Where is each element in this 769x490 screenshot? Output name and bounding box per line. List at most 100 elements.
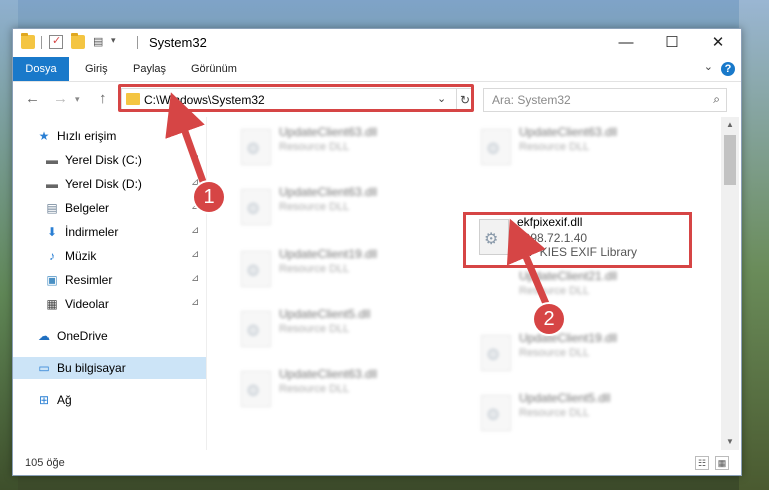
list-item[interactable]: UpdateClient63.dll Resource DLL [227,365,447,411]
file-name: UpdateClient63.dll [279,185,378,199]
file-description: Resource DLL [279,201,350,213]
list-item[interactable]: UpdateClient63.dll Resource DLL [467,123,687,169]
details-view-icon[interactable]: ☷ [695,456,709,470]
separator [41,36,42,49]
scroll-down-icon[interactable]: ▼ [721,434,739,450]
chevron-down-icon[interactable]: ▾ [111,35,125,49]
pictures-icon: ▣ [46,273,58,287]
dll-file-icon [241,371,271,407]
sidebar-item-downloads[interactable]: ⬇ İndirmeler ⊿ [13,221,206,243]
highlight-file [463,212,692,268]
sidebar-item-label: Belgeler [65,201,110,215]
search-placeholder: Ara: System32 [492,93,571,107]
file-description: Resource DLL [279,263,350,275]
file-list: UpdateClient63.dll Resource DLL UpdateCl… [207,117,721,450]
address-row: ← → ▾ ↑ C:\Windows\System32 ⌄ ↻ Ara: Sys… [13,82,741,116]
vertical-scrollbar[interactable]: ▲ ▼ [721,117,739,450]
up-arrow-icon[interactable]: ↑ [99,90,107,107]
ribbon-expand-icon[interactable]: ⌄ [704,60,713,73]
list-item[interactable]: UpdateClient63.dll Resource DLL [227,183,447,229]
star-icon: ★ [38,129,50,143]
back-arrow-icon[interactable]: ← [25,90,40,107]
large-icons-view-icon[interactable]: ▦ [715,456,729,470]
tab-view[interactable]: Görünüm [191,57,237,81]
file-name: UpdateClient21.dll [519,269,618,283]
pin-icon[interactable]: ⊿ [191,297,199,308]
pin-icon[interactable]: ⊿ [191,273,199,284]
file-description: Resource DLL [519,141,590,153]
sidebar-item-label: Ağ [57,393,72,407]
sidebar-item-label: Bu bilgisayar [57,361,126,375]
file-name: UpdateClient19.dll [519,331,618,345]
file-description: Resource DLL [519,285,590,297]
search-input[interactable]: Ara: System32 ⌕ [483,88,727,112]
file-description: Resource DLL [279,323,350,335]
pin-icon[interactable]: ⊿ [191,153,199,164]
sidebar-item-pictures[interactable]: ▣ Resimler ⊿ [13,269,206,291]
dll-file-icon [241,311,271,347]
window-title: System32 [149,35,207,50]
file-name: UpdateClient63.dll [279,125,378,139]
ribbon-tabs: Dosya Giriş Paylaş Görünüm ⌄ ? [13,57,741,82]
network-icon: ⊞ [38,393,50,407]
step-1-badge: 1 [194,182,224,212]
maximize-button[interactable]: ☐ [649,29,695,57]
properties-icon[interactable]: ✓ [49,35,63,49]
separator [137,36,138,49]
scroll-thumb[interactable] [724,135,736,185]
list-item[interactable]: UpdateClient19.dll Resource DLL [467,329,687,375]
explorer-window: ✓ ▤ ▾ System32 — ☐ ✕ Dosya Giriş Paylaş … [12,28,742,476]
sidebar-item-onedrive[interactable]: ☁ OneDrive [13,325,206,347]
tab-file[interactable]: Dosya [13,57,69,81]
file-name: UpdateClient19.dll [279,247,378,261]
highlight-address [118,84,474,112]
sidebar-item-music[interactable]: ♪ Müzik ⊿ [13,245,206,267]
computer-icon: ▭ [38,361,50,375]
file-description: Resource DLL [279,141,350,153]
drive-icon: ▬ [46,177,58,191]
tab-share[interactable]: Paylaş [133,57,166,81]
new-folder-icon[interactable] [71,33,85,49]
drive-icon: ▬ [46,153,58,167]
sidebar-item-local-disk-c[interactable]: ▬ Yerel Disk (C:) ⊿ [13,149,206,171]
list-item[interactable]: UpdateClient19.dll Resource DLL [227,245,447,291]
status-bar: 105 öğe ☷ ▦ [13,451,741,475]
forward-arrow-icon[interactable]: → [53,90,68,107]
list-item[interactable]: UpdateClient63.dll Resource DLL [227,123,447,169]
sidebar-item-this-pc[interactable]: ▭ Bu bilgisayar [13,357,206,379]
download-icon: ⬇ [46,225,58,239]
step-2-badge: 2 [534,304,564,334]
desktop-background-right [739,0,769,490]
list-item[interactable]: UpdateClient21.dll Resource DLL [467,267,687,313]
minimize-button[interactable]: — [603,29,649,57]
sidebar-item-network[interactable]: ⊞ Ağ [13,389,206,411]
file-description: Resource DLL [279,383,350,395]
sidebar-item-local-disk-d[interactable]: ▬ Yerel Disk (D:) ⊿ [13,173,206,195]
list-item[interactable]: UpdateClient5.dll Resource DLL [467,389,687,435]
file-name: UpdateClient63.dll [519,125,618,139]
pin-icon[interactable]: ⊿ [191,225,199,236]
sidebar-item-documents[interactable]: ▤ Belgeler ⊿ [13,197,206,219]
dll-file-icon [241,189,271,225]
sidebar-item-videos[interactable]: ▦ Videolar ⊿ [13,293,206,315]
scroll-up-icon[interactable]: ▲ [721,117,739,133]
sidebar-item-label: Resimler [65,273,113,287]
tab-home[interactable]: Giriş [85,57,108,81]
recent-chevron-icon[interactable]: ▾ [75,94,80,105]
sidebar-item-label: İndirmeler [65,225,119,239]
cloud-icon: ☁ [38,329,50,343]
close-button[interactable]: ✕ [695,29,741,57]
list-item[interactable]: UpdateClient5.dll Resource DLL [227,305,447,351]
customize-icon[interactable]: ▤ [93,35,107,49]
sidebar-item-quick-access[interactable]: ★ Hızlı erişim [13,125,206,147]
sidebar-item-label: Yerel Disk (D:) [65,177,142,191]
dll-file-icon [481,395,511,431]
search-icon[interactable]: ⌕ [713,92,720,107]
title-bar: ✓ ▤ ▾ System32 — ☐ ✕ [13,29,741,57]
pin-icon[interactable]: ⊿ [191,249,199,260]
item-count: 105 öğe [25,457,65,469]
dll-file-icon [481,335,511,371]
sidebar-item-label: OneDrive [57,329,108,343]
dll-file-icon [241,251,271,287]
help-icon[interactable]: ? [721,62,735,76]
